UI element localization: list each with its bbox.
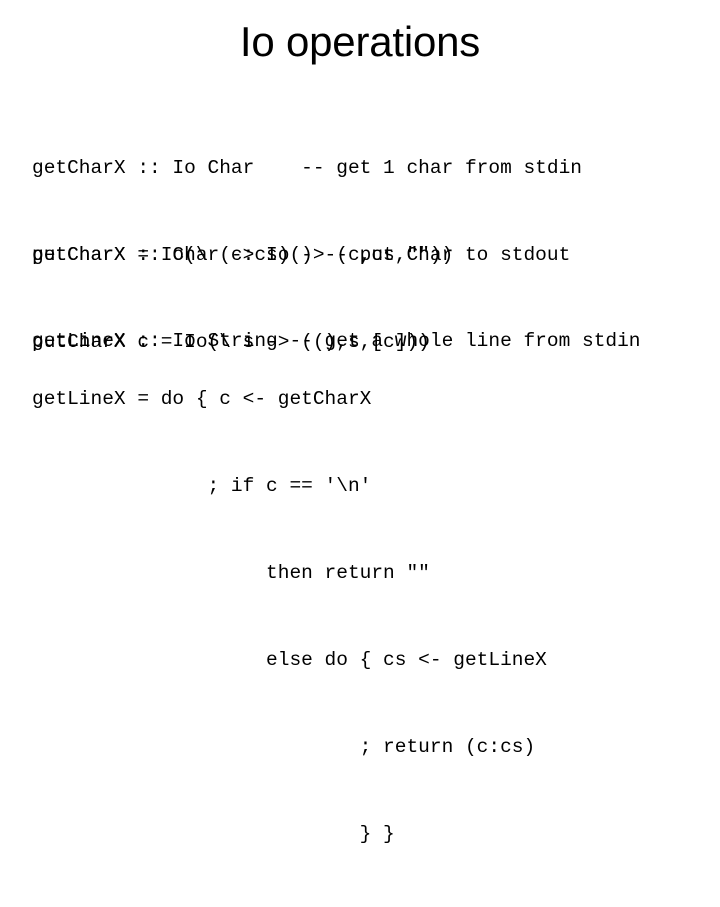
slide-title: Io operations — [239, 18, 481, 65]
code-line: getCharX :: Io Char -- get 1 char from s… — [32, 157, 582, 179]
code-block-getline-definition: getLineX = do { c <- getCharX ; if c == … — [32, 327, 547, 907]
code-line: ; return (c:cs) — [32, 736, 536, 758]
code-line: then return "" — [32, 562, 430, 584]
code-line: else do { cs <- getLineX — [32, 649, 547, 671]
code-line: putCharX :: Char -> Io() -- put Char to … — [32, 244, 571, 266]
code-line: ; if c == '\n' — [32, 475, 372, 497]
code-line: } } — [32, 823, 395, 845]
code-line: getLineX = do { c <- getCharX — [32, 388, 372, 410]
